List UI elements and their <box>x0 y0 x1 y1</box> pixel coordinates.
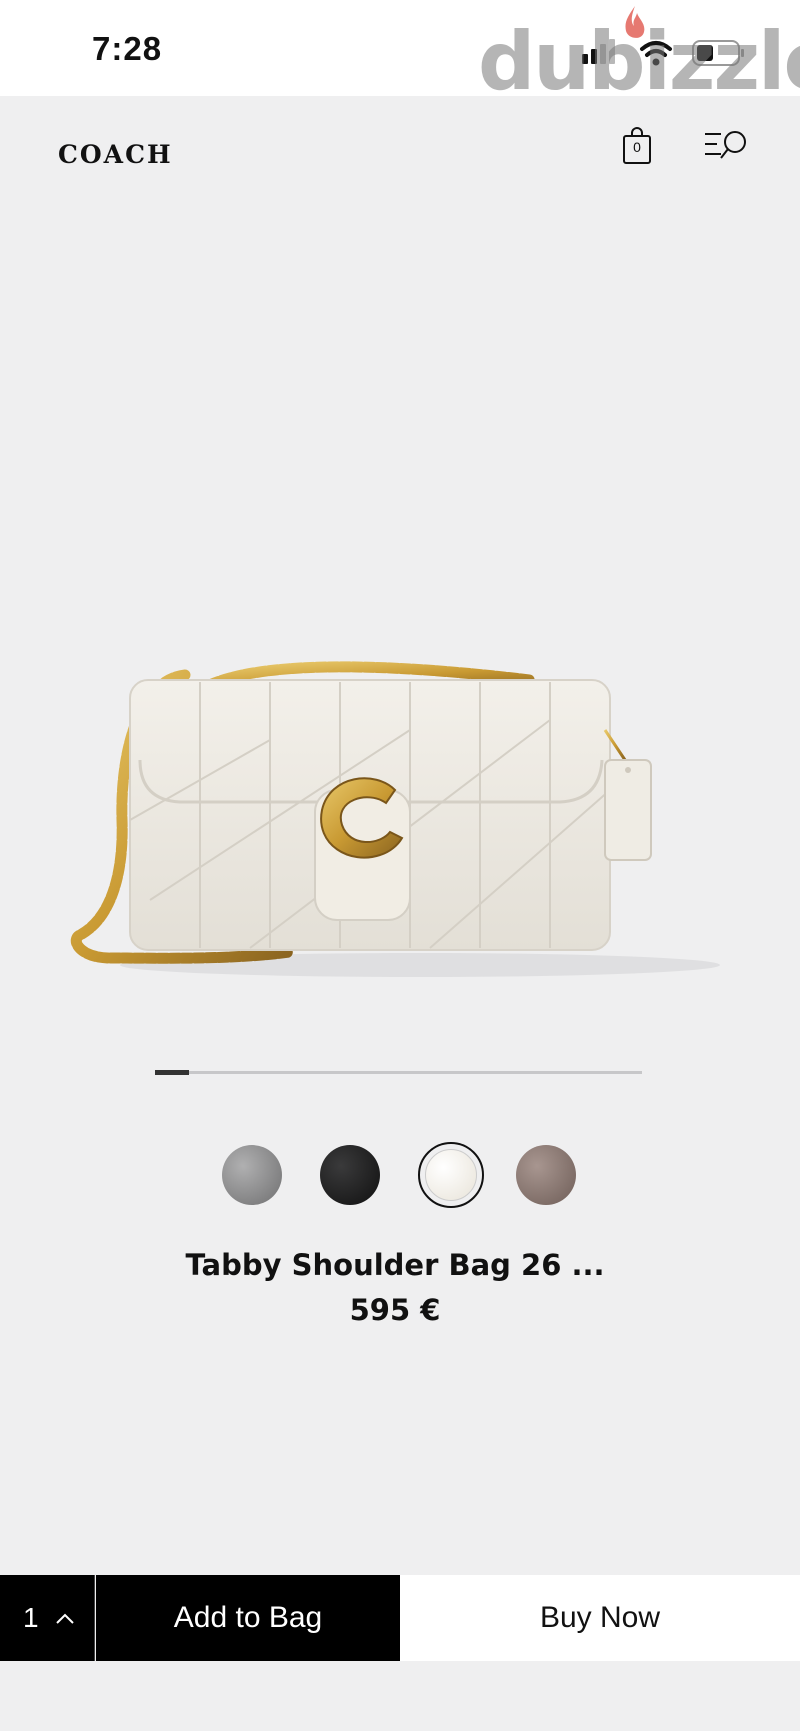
swatch-taupe[interactable] <box>516 1145 576 1205</box>
watermark-logo: dubizzle <box>478 15 800 108</box>
shopping-bag-button[interactable]: 0 <box>622 127 652 165</box>
swatch-chalk <box>425 1149 477 1201</box>
menu-search-icon[interactable] <box>703 128 751 164</box>
product-price: 595 € <box>349 1293 441 1327</box>
quantity-value: 1 <box>23 1602 39 1633</box>
bag-count: 0 <box>633 139 641 155</box>
swatch-grey[interactable] <box>222 1145 282 1205</box>
quantity-selector[interactable]: 1 <box>0 1575 95 1661</box>
buy-now-button[interactable]: Buy Now <box>400 1575 800 1661</box>
status-bar: 7:28 dubizzle <box>0 0 800 102</box>
swatch-black[interactable] <box>320 1145 380 1205</box>
swatch-selected-ring[interactable] <box>418 1142 484 1208</box>
bottom-action-bar: 1 Add to Bag Buy Now <box>0 1575 800 1661</box>
color-swatches <box>0 1142 800 1209</box>
carousel-progress[interactable] <box>155 1070 642 1075</box>
brand-logo[interactable]: COACH <box>58 140 173 169</box>
product-image[interactable] <box>50 620 750 1000</box>
add-to-bag-button[interactable]: Add to Bag <box>96 1575 400 1661</box>
product-title: Tabby Shoulder Bag 26 ... <box>185 1248 605 1282</box>
chevron-up-icon <box>56 1613 74 1624</box>
status-time: 7:28 <box>92 30 163 67</box>
carousel-progress-thumb <box>155 1070 190 1075</box>
